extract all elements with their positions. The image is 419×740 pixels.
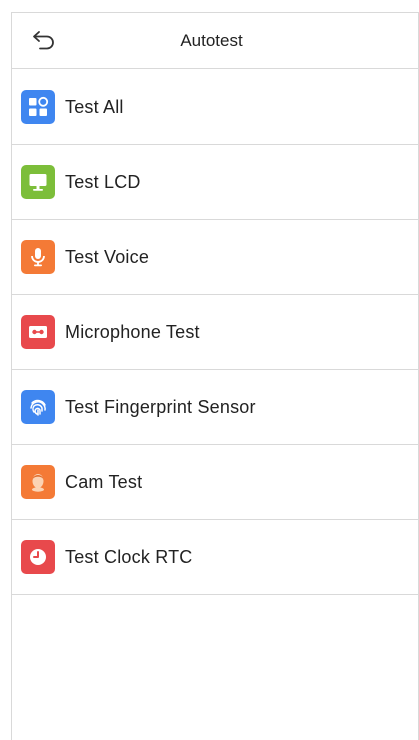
- clock-icon: [21, 540, 55, 574]
- menu-item-microphone-test[interactable]: Microphone Test: [12, 295, 419, 370]
- autotest-menu-list: Test All Test LCD Test Voice Microphone …: [12, 70, 419, 595]
- fingerprint-icon: [21, 390, 55, 424]
- app-screen: Autotest Test All Test LCD Test Voice Mi…: [0, 0, 419, 740]
- menu-item-label: Test Fingerprint Sensor: [65, 396, 256, 417]
- header-bar: Autotest: [12, 12, 419, 69]
- menu-item-label: Microphone Test: [65, 321, 200, 342]
- menu-item-test-voice[interactable]: Test Voice: [12, 220, 419, 295]
- back-arrow-icon: [31, 28, 57, 55]
- cassette-icon: [21, 315, 55, 349]
- menu-item-label: Test LCD: [65, 171, 141, 192]
- microphone-icon: [21, 240, 55, 274]
- menu-item-test-clock-rtc[interactable]: Test Clock RTC: [12, 520, 419, 595]
- menu-item-label: Cam Test: [65, 471, 143, 492]
- back-button[interactable]: [28, 25, 60, 57]
- menu-item-label: Test Clock RTC: [65, 546, 193, 567]
- menu-item-label: Test Voice: [65, 246, 150, 267]
- menu-item-test-fingerprint-sensor[interactable]: Test Fingerprint Sensor: [12, 370, 419, 445]
- grid-icon: [21, 90, 55, 124]
- menu-item-test-lcd[interactable]: Test LCD: [12, 145, 419, 220]
- menu-item-label: Test All: [65, 96, 124, 117]
- menu-item-test-all[interactable]: Test All: [12, 70, 419, 145]
- monitor-icon: [21, 165, 55, 199]
- menu-item-cam-test[interactable]: Cam Test: [12, 445, 419, 520]
- page-title: Autotest: [180, 30, 243, 50]
- face-icon: [21, 465, 55, 499]
